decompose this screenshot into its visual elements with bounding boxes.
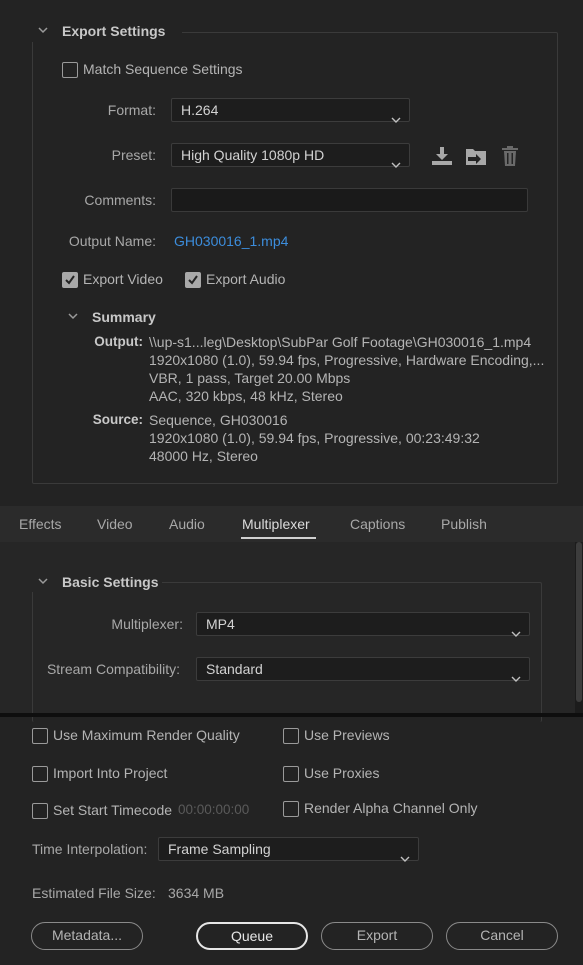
time-interpolation-dropdown[interactable]: Frame Sampling [158, 837, 419, 862]
format-label: Format: [107, 102, 156, 118]
use-previews-checkbox[interactable] [283, 728, 299, 744]
queue-button[interactable]: Queue [196, 922, 308, 950]
preset-value: High Quality 1080p HD [181, 147, 325, 163]
cancel-button[interactable]: Cancel [446, 922, 558, 950]
multiplexer-label: Multiplexer: [111, 616, 183, 632]
time-interpolation-value: Frame Sampling [168, 841, 271, 857]
time-interpolation-label: Time Interpolation: [32, 841, 148, 857]
summary-source-line: 48000 Hz, Stereo [149, 448, 258, 464]
export-settings-title: Export Settings [62, 23, 166, 39]
import-into-project-checkbox[interactable] [32, 766, 48, 782]
summary-output-label: Output: [94, 334, 143, 349]
output-name-link[interactable]: GH030016_1.mp4 [174, 233, 288, 249]
stream-compat-value: Standard [206, 661, 263, 677]
export-video-checkbox[interactable] [62, 272, 78, 288]
use-previews-label: Use Previews [304, 727, 390, 743]
output-name-label: Output Name: [68, 233, 156, 249]
render-alpha-checkbox[interactable] [283, 801, 299, 817]
use-proxies-label: Use Proxies [304, 765, 380, 781]
summary-output-line: \\up-s1...leg\Desktop\SubPar Golf Footag… [149, 334, 532, 350]
estimated-size-value: 3634 MB [168, 885, 225, 901]
stream-compat-dropdown[interactable]: Standard [196, 657, 530, 682]
tab-effects[interactable]: Effects [19, 516, 62, 532]
tab-video[interactable]: Video [97, 516, 133, 532]
summary-source-line: Sequence, GH030016 [149, 412, 288, 428]
chevron-down-icon[interactable] [38, 578, 48, 588]
chevron-down-icon [511, 666, 521, 688]
format-value: H.264 [181, 102, 219, 118]
delete-preset-icon[interactable] [500, 145, 520, 170]
tab-publish[interactable]: Publish [441, 516, 487, 532]
import-into-project-label: Import Into Project [53, 765, 168, 781]
comments-label: Comments: [84, 192, 156, 208]
basic-settings-title: Basic Settings [62, 574, 159, 590]
preset-dropdown[interactable]: High Quality 1080p HD [171, 143, 410, 168]
chevron-down-icon [511, 621, 521, 643]
summary-output-line: VBR, 1 pass, Target 20.00 Mbps [149, 370, 351, 386]
scrollbar-thumb[interactable] [576, 542, 582, 702]
stream-compat-label: Stream Compatibility: [46, 661, 180, 677]
summary-output-line: 1920x1080 (1.0), 59.94 fps, Progressive,… [149, 352, 545, 368]
comments-field[interactable] [171, 188, 528, 212]
tab-captions[interactable]: Captions [350, 516, 405, 532]
summary-source-line: 1920x1080 (1.0), 59.94 fps, Progressive,… [149, 430, 480, 446]
max-render-quality-label: Use Maximum Render Quality [53, 727, 240, 743]
metadata-button[interactable]: Metadata... [31, 922, 143, 950]
format-dropdown[interactable]: H.264 [171, 98, 410, 123]
multiplexer-value: MP4 [206, 616, 235, 632]
tab-multiplexer[interactable]: Multiplexer [242, 516, 310, 532]
match-sequence-label: Match Sequence Settings [83, 61, 243, 77]
estimated-size-label: Estimated File Size: [32, 885, 156, 901]
import-preset-icon[interactable] [464, 146, 488, 169]
tab-audio[interactable]: Audio [169, 516, 205, 532]
summary-output-line: AAC, 320 kbps, 48 kHz, Stereo [149, 388, 343, 404]
basic-settings-panel [32, 582, 542, 722]
chevron-down-icon[interactable] [38, 27, 48, 37]
chevron-down-icon [391, 152, 401, 174]
preset-label: Preset: [111, 147, 156, 163]
save-preset-icon[interactable] [431, 146, 453, 169]
export-audio-label: Export Audio [206, 271, 286, 287]
export-button[interactable]: Export [321, 922, 433, 950]
chevron-down-icon [400, 846, 410, 868]
chevron-down-icon[interactable] [68, 313, 78, 323]
use-proxies-checkbox[interactable] [283, 766, 299, 782]
export-audio-checkbox[interactable] [185, 272, 201, 288]
chevron-down-icon [391, 107, 401, 129]
summary-title: Summary [92, 309, 156, 325]
multiplexer-dropdown[interactable]: MP4 [196, 612, 530, 637]
start-timecode-field[interactable]: 00:00:00:00 [178, 802, 249, 817]
summary-source-label: Source: [92, 412, 143, 427]
set-start-timecode-checkbox[interactable] [32, 803, 48, 819]
panel-divider[interactable] [0, 713, 583, 717]
render-alpha-label: Render Alpha Channel Only [304, 800, 478, 816]
set-start-timecode-label: Set Start Timecode [53, 802, 173, 818]
match-sequence-checkbox[interactable] [62, 62, 78, 78]
export-video-label: Export Video [83, 271, 163, 287]
max-render-quality-checkbox[interactable] [32, 728, 48, 744]
active-tab-indicator [241, 537, 316, 539]
